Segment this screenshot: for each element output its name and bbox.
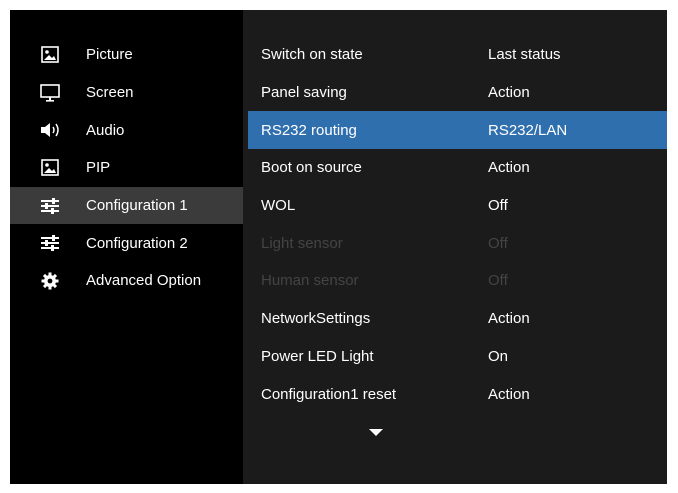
- menu-row-panel-saving[interactable]: Panel saving Action: [248, 74, 667, 112]
- setting-name: WOL: [261, 197, 296, 215]
- scroll-down-arrow-icon[interactable]: [369, 429, 383, 436]
- menu-row-light-sensor: Light sensor Off: [248, 224, 667, 262]
- sidebar-item-configuration-2[interactable]: Configuration 2: [10, 224, 243, 262]
- sidebar-item-screen[interactable]: Screen: [10, 74, 243, 112]
- menu-row-network-settings[interactable]: NetworkSettings Action: [248, 300, 667, 338]
- gear-icon: [39, 272, 61, 290]
- menu-row-configuration1-reset[interactable]: Configuration1 reset Action: [248, 375, 667, 413]
- speaker-icon: [39, 121, 61, 139]
- setting-value: RS232/LAN: [488, 121, 568, 139]
- setting-value: Action: [488, 84, 530, 102]
- monitor-icon: [39, 83, 61, 102]
- pip-icon: [39, 159, 61, 177]
- sidebar-item-picture[interactable]: Picture: [10, 36, 243, 74]
- setting-value: Action: [488, 159, 530, 177]
- config-menu: Switch on state Last status Panel saving…: [248, 36, 667, 413]
- sidebar-item-label: Configuration 1: [86, 197, 188, 215]
- setting-name: Panel saving: [261, 84, 347, 102]
- setting-name: RS232 routing: [261, 121, 357, 139]
- setting-name: Light sensor: [261, 234, 343, 252]
- setting-name: NetworkSettings: [261, 310, 371, 328]
- picture-icon: [39, 46, 61, 64]
- sidebar-item-label: Audio: [86, 121, 125, 139]
- sidebar-item-label: Configuration 2: [86, 234, 188, 252]
- sidebar-item-label: Screen: [86, 84, 134, 102]
- menu-row-rs232-routing[interactable]: RS232 routing RS232/LAN: [248, 111, 667, 150]
- setting-name: Power LED Light: [261, 347, 374, 365]
- sidebar-item-pip[interactable]: PIP: [10, 149, 243, 187]
- menu-row-power-led-light[interactable]: Power LED Light On: [248, 338, 667, 376]
- sliders-icon: [39, 197, 61, 215]
- sidebar-item-label: Picture: [86, 46, 133, 64]
- setting-value: Last status: [488, 46, 561, 64]
- setting-value: On: [488, 347, 509, 365]
- sidebar: Picture Screen Audio PIP Configuration 1…: [10, 36, 243, 300]
- setting-value: Off: [488, 272, 508, 290]
- menu-row-switch-on-state[interactable]: Switch on state Last status: [248, 36, 667, 74]
- sliders-icon: [39, 234, 61, 252]
- setting-name: Configuration1 reset: [261, 385, 397, 403]
- setting-name: Boot on source: [261, 159, 362, 177]
- setting-value: Off: [488, 234, 508, 252]
- setting-value: Action: [488, 385, 530, 403]
- sidebar-item-advanced-option[interactable]: Advanced Option: [10, 262, 243, 300]
- sidebar-item-audio[interactable]: Audio: [10, 111, 243, 149]
- sidebar-item-configuration-1[interactable]: Configuration 1: [10, 186, 243, 225]
- menu-row-human-sensor: Human sensor Off: [248, 262, 667, 300]
- setting-value: Off: [488, 197, 508, 215]
- setting-name: Human sensor: [261, 272, 359, 290]
- sidebar-item-label: PIP: [86, 159, 111, 177]
- setting-value: Action: [488, 310, 530, 328]
- menu-row-boot-on-source[interactable]: Boot on source Action: [248, 149, 667, 187]
- sidebar-item-label: Advanced Option: [86, 272, 202, 290]
- menu-row-wol[interactable]: WOL Off: [248, 187, 667, 225]
- setting-name: Switch on state: [261, 46, 363, 64]
